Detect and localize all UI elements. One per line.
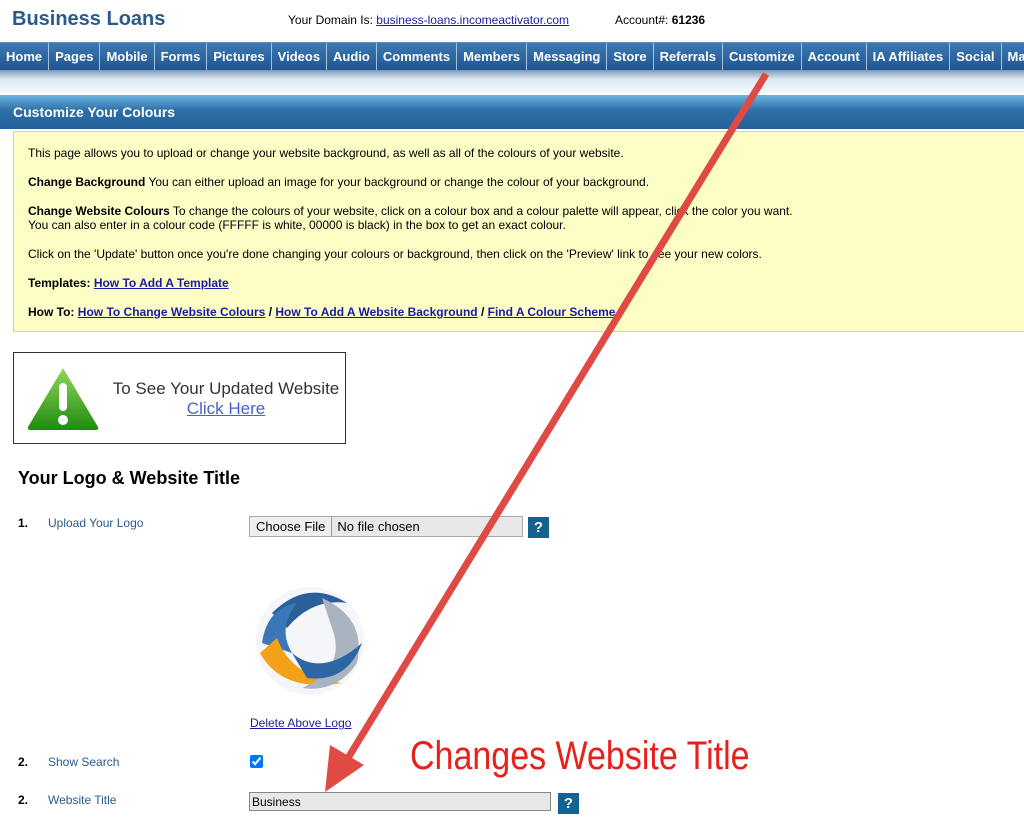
warning-icon xyxy=(27,368,99,430)
website-title-label: Website Title xyxy=(48,793,117,807)
howto-link-background[interactable]: How To Add A Website Background xyxy=(275,305,477,319)
logo-image xyxy=(256,587,364,695)
nav-audio[interactable]: Audio xyxy=(327,43,377,70)
colours-text: To change the colours of your website, c… xyxy=(169,204,793,218)
account-label: Account#: xyxy=(615,13,669,27)
separator: / xyxy=(477,305,488,319)
nav-social[interactable]: Social xyxy=(950,43,1002,70)
nav-pages[interactable]: Pages xyxy=(49,43,101,70)
update-text: Click on the 'Update' button once you're… xyxy=(28,247,762,261)
separator: / xyxy=(265,305,276,319)
nav-strip xyxy=(0,70,1024,93)
domain-link[interactable]: business-loans.incomeactivator.com xyxy=(376,13,569,27)
nav-forms[interactable]: Forms xyxy=(155,43,208,70)
choose-file-button[interactable]: Choose File xyxy=(250,517,333,536)
help-icon[interactable]: ? xyxy=(528,517,549,538)
logo-file-input[interactable]: Choose File No file chosen xyxy=(249,516,523,537)
nav-account[interactable]: Account xyxy=(802,43,867,70)
bg-text: You can either upload an image for your … xyxy=(145,175,650,189)
row-number: 2. xyxy=(18,755,29,769)
nav-customize[interactable]: Customize xyxy=(723,43,802,70)
info-box: This page allows you to upload or change… xyxy=(13,131,1024,332)
nav-home[interactable]: Home xyxy=(0,43,50,70)
help-icon[interactable]: ? xyxy=(558,793,579,814)
account-info: Account#: 61236 xyxy=(615,13,705,27)
nav-ia-affiliates[interactable]: IA Affiliates xyxy=(867,43,951,70)
howto-link-scheme[interactable]: Find A Colour Scheme xyxy=(488,305,616,319)
brand-title: Business Loans xyxy=(12,8,166,30)
nav-mobile[interactable]: Mobile xyxy=(100,43,155,70)
preview-link[interactable]: Click Here xyxy=(106,399,346,419)
section-title: Customize Your Colours xyxy=(0,95,1024,129)
nav-members[interactable]: Members xyxy=(457,43,528,70)
row-number: 2. xyxy=(18,793,29,807)
website-title-input[interactable] xyxy=(249,792,551,811)
bg-title: Change Background xyxy=(28,175,146,189)
no-file-text: No file chosen xyxy=(337,519,420,534)
info-intro: This page allows you to upload or change… xyxy=(28,146,624,160)
account-number: 61236 xyxy=(671,13,706,27)
nav-comments[interactable]: Comments xyxy=(377,43,458,70)
preview-text: To See Your Updated Website xyxy=(112,379,340,398)
annotation-text: Changes Website Title xyxy=(410,734,750,778)
domain-label: Your Domain Is: xyxy=(288,13,373,27)
nav-videos[interactable]: Videos xyxy=(272,43,328,70)
nav-referrals[interactable]: Referrals xyxy=(654,43,723,70)
nav-ma[interactable]: Ma xyxy=(1002,43,1024,70)
domain-info: Your Domain Is: business-loans.incomeact… xyxy=(288,13,569,27)
templates-label: Templates: xyxy=(28,276,91,290)
logo-section-heading: Your Logo & Website Title xyxy=(18,468,241,488)
row-number: 1. xyxy=(18,516,29,530)
nav-store[interactable]: Store xyxy=(607,43,654,70)
main-nav: Home Pages Mobile Forms Pictures Videos Audio C… xyxy=(0,42,1024,70)
preview-box: To See Your Updated Website Click Here xyxy=(13,352,346,444)
delete-logo-link[interactable]: Delete Above Logo xyxy=(250,716,351,730)
howto-label: How To: xyxy=(28,305,75,319)
nav-messaging[interactable]: Messaging xyxy=(527,43,608,70)
nav-pictures[interactable]: Pictures xyxy=(207,43,272,70)
templates-link[interactable]: How To Add A Template xyxy=(94,276,229,290)
howto-link-colours[interactable]: How To Change Website Colours xyxy=(78,305,266,319)
show-search-label: Show Search xyxy=(48,755,120,769)
upload-logo-label: Upload Your Logo xyxy=(48,516,144,530)
show-search-checkbox[interactable] xyxy=(250,755,263,768)
colours-title: Change Website Colours xyxy=(28,204,170,218)
colours-text2: You can also enter in a colour code (FFF… xyxy=(28,218,566,232)
